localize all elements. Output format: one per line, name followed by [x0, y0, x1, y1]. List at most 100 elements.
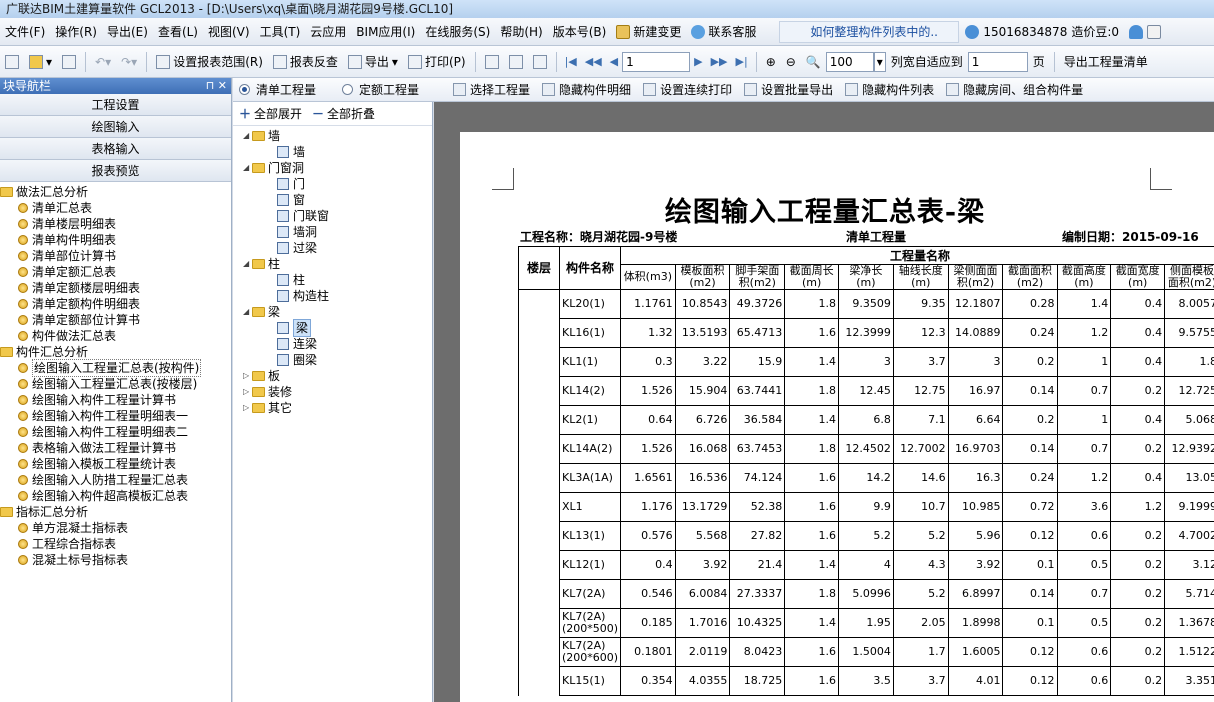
report-item[interactable]: 绘图输入模板工程量统计表 — [0, 456, 231, 472]
single-page-button[interactable] — [480, 50, 504, 74]
hide-list-button[interactable]: 隐藏构件列表 — [839, 81, 940, 98]
menu-bim[interactable]: BIM应用(I) — [351, 18, 420, 45]
component-item[interactable]: 柱 — [233, 272, 432, 288]
menu-operate[interactable]: 操作(R) — [50, 18, 102, 45]
last-page-button[interactable]: ▶| — [732, 55, 752, 68]
report-item[interactable]: 清单定额楼层明细表 — [0, 280, 231, 296]
user-account[interactable]: 15016834878 造价豆:0 — [965, 23, 1162, 40]
first-page-button[interactable]: |◀ — [561, 55, 581, 68]
zoom-button[interactable]: 🔍 — [801, 50, 826, 74]
report-item[interactable]: 混凝土标号指标表 — [0, 552, 231, 568]
report-item[interactable]: 工程综合指标表 — [0, 536, 231, 552]
report-preview-area[interactable]: 绘图输入工程量汇总表-梁 工程名称：晓月湖花园-9号楼 清单工程量 编制日期：2… — [434, 102, 1214, 702]
contact-support-button[interactable]: 联系客服 — [686, 18, 761, 45]
message-icon[interactable] — [1147, 24, 1162, 39]
component-item[interactable]: 圈梁 — [233, 352, 432, 368]
component-item[interactable]: 梁 — [233, 319, 432, 337]
report-item[interactable]: 绘图输入构件工程量明细表二 — [0, 424, 231, 440]
menu-online[interactable]: 在线服务(S) — [420, 18, 495, 45]
prev-fast-button[interactable]: ◀◀ — [581, 55, 606, 68]
component-item[interactable]: 连梁 — [233, 336, 432, 352]
report-item[interactable]: 构件做法汇总表 — [0, 328, 231, 344]
nav-drawing-input[interactable]: 绘图输入 — [0, 116, 231, 138]
new-file-button[interactable] — [0, 50, 24, 74]
component-category[interactable]: ◢ 门窗洞 — [233, 160, 432, 176]
component-category[interactable]: ▷ 其它 — [233, 400, 432, 416]
multi-page-button[interactable] — [528, 50, 552, 74]
print-button[interactable]: 打印(P) — [403, 50, 471, 74]
report-item[interactable]: 清单构件明细表 — [0, 232, 231, 248]
component-item[interactable]: 墙洞 — [233, 224, 432, 240]
menu-view-v[interactable]: 视图(V) — [203, 18, 255, 45]
report-item[interactable]: 绘图输入构件工程量计算书 — [0, 392, 231, 408]
component-item[interactable]: 过梁 — [233, 240, 432, 256]
menu-help[interactable]: 帮助(H) — [495, 18, 547, 45]
report-item[interactable]: 清单楼层明细表 — [0, 216, 231, 232]
report-item[interactable]: 绘图输入人防措工程量汇总表 — [0, 472, 231, 488]
report-group[interactable]: 做法汇总分析 — [0, 184, 231, 200]
component-category[interactable]: ◢ 柱 — [233, 256, 432, 272]
report-item[interactable]: 绘图输入工程量汇总表(按楼层) — [0, 376, 231, 392]
continuous-print-button[interactable]: 设置连续打印 — [637, 81, 738, 98]
news-ticker[interactable]: 如何整理构件列表中的.. — [779, 20, 960, 43]
panel-controls[interactable]: ⊓ ✕ — [206, 78, 227, 94]
report-check-button[interactable]: 报表反查 — [268, 50, 343, 74]
report-item[interactable]: 表格输入做法工程量计算书 — [0, 440, 231, 456]
export-list-button[interactable]: 导出工程量清单 — [1059, 50, 1153, 74]
menu-view-l[interactable]: 查看(L) — [153, 18, 203, 45]
zoom-input[interactable]: 100 — [825, 51, 874, 72]
expanded-arrow-icon[interactable]: ◢ — [243, 256, 252, 272]
close-icon[interactable]: ✕ — [218, 79, 227, 92]
nav-report-preview[interactable]: 报表预览 — [0, 160, 231, 182]
zoom-dropdown[interactable]: ▾ — [873, 51, 886, 72]
new-change-button[interactable]: 新建变更 — [611, 18, 686, 45]
component-category[interactable]: ▷ 板 — [233, 368, 432, 384]
zoom-in-button[interactable]: ⊕ — [761, 50, 781, 74]
collapse-all-button[interactable]: －全部折叠 — [312, 105, 375, 122]
collapsed-arrow-icon[interactable]: ▷ — [243, 368, 252, 384]
component-item[interactable]: 门 — [233, 176, 432, 192]
open-file-button[interactable]: ▾ — [24, 50, 57, 74]
hide-rooms-button[interactable]: 隐藏房间、组合构件量 — [940, 81, 1089, 98]
menu-cloud[interactable]: 云应用 — [305, 18, 351, 45]
report-item[interactable]: 单方混凝土指标表 — [0, 520, 231, 536]
select-qty-button[interactable]: 选择工程量 — [447, 81, 536, 98]
report-item[interactable]: 清单部位计算书 — [0, 248, 231, 264]
component-item[interactable]: 窗 — [233, 192, 432, 208]
save-button[interactable] — [57, 50, 81, 74]
nav-table-input[interactable]: 表格输入 — [0, 138, 231, 160]
pin-icon[interactable]: ⊓ — [206, 79, 215, 92]
report-item[interactable]: 清单定额部位计算书 — [0, 312, 231, 328]
radio-bill-qty[interactable]: 清单工程量 — [233, 81, 322, 98]
report-item[interactable]: 绘图输入构件工程量明细表一 — [0, 408, 231, 424]
collapsed-arrow-icon[interactable]: ▷ — [243, 384, 252, 400]
nav-project-settings[interactable]: 工程设置 — [0, 94, 231, 116]
batch-export-button[interactable]: 设置批量导出 — [738, 81, 839, 98]
next-fast-button[interactable]: ▶▶ — [707, 55, 732, 68]
component-item[interactable]: 构造柱 — [233, 288, 432, 304]
next-page-button[interactable]: ▶ — [690, 55, 706, 68]
report-group[interactable]: 指标汇总分析 — [0, 504, 231, 520]
component-item[interactable]: 门联窗 — [233, 208, 432, 224]
redo-button[interactable]: ↷▾ — [116, 50, 142, 74]
report-item[interactable]: 绘图输入工程量汇总表(按构件) — [0, 359, 231, 377]
menu-version[interactable]: 版本号(B) — [548, 18, 612, 45]
component-category[interactable]: ◢ 梁 — [233, 304, 432, 320]
report-range-button[interactable]: 设置报表范围(R) — [151, 50, 268, 74]
page-number-input[interactable]: 1 — [622, 51, 691, 72]
component-category[interactable]: ▷ 装修 — [233, 384, 432, 400]
prev-page-button[interactable]: ◀ — [606, 55, 622, 68]
report-item[interactable]: 清单定额汇总表 — [0, 264, 231, 280]
collapsed-arrow-icon[interactable]: ▷ — [243, 400, 252, 416]
hide-detail-button[interactable]: 隐藏构件明细 — [536, 81, 637, 98]
menu-file[interactable]: 文件(F) — [0, 18, 50, 45]
report-group[interactable]: 构件汇总分析 — [0, 344, 231, 360]
zoom-out-button[interactable]: ⊖ — [781, 50, 801, 74]
undo-button[interactable]: ↶▾ — [90, 50, 116, 74]
bell-icon[interactable] — [1129, 24, 1144, 39]
two-page-button[interactable] — [504, 50, 528, 74]
expanded-arrow-icon[interactable]: ◢ — [243, 160, 252, 176]
menu-export[interactable]: 导出(E) — [102, 18, 153, 45]
expand-all-button[interactable]: ＋全部展开 — [239, 105, 302, 122]
component-category[interactable]: ◢ 墙 — [233, 128, 432, 144]
